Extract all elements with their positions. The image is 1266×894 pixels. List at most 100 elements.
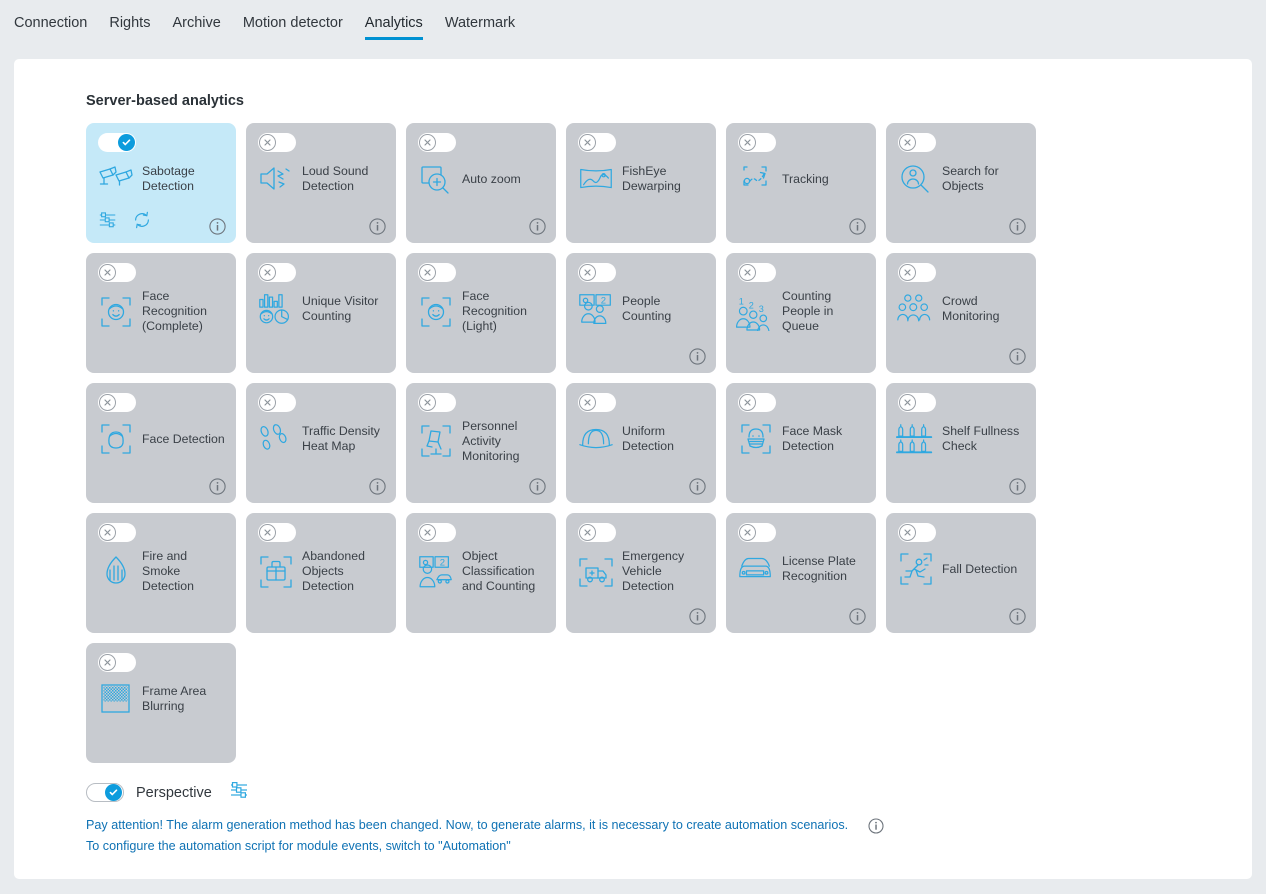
toggle-knob-cross-icon <box>579 264 596 281</box>
toggle-face-detection[interactable] <box>98 393 136 412</box>
toggle-sabotage-detection[interactable] <box>98 133 136 152</box>
info-icon[interactable] <box>689 478 706 495</box>
perspective-toggle[interactable] <box>86 783 124 802</box>
toggle-knob-cross-icon <box>419 134 436 151</box>
loud-sound-icon <box>256 159 296 199</box>
tab-watermark[interactable]: Watermark <box>445 14 515 40</box>
analytics-card-auto-zoom[interactable]: Auto zoom <box>406 123 556 243</box>
tab-analytics[interactable]: Analytics <box>364 14 423 40</box>
toggle-knob-cross-icon <box>899 264 916 281</box>
info-icon[interactable] <box>1009 478 1026 495</box>
tab-rights[interactable]: Rights <box>109 14 150 40</box>
info-icon[interactable] <box>529 478 546 495</box>
toggle-crowd-monitoring[interactable] <box>898 263 936 282</box>
settings-sliders-icon[interactable] <box>98 210 118 235</box>
card-label: Face Recognition (Complete) <box>142 289 207 333</box>
toggle-search-for-objects[interactable] <box>898 133 936 152</box>
toggle-shelf-fullness-check[interactable] <box>898 393 936 412</box>
toggle-knob-cross-icon <box>419 264 436 281</box>
toggle-unique-visitor-counting[interactable] <box>258 263 296 282</box>
card-body: FishEye Dewarping <box>576 159 708 199</box>
toggle-emergency-vehicle-detection[interactable] <box>578 523 616 542</box>
toggle-traffic-density-heat-map[interactable] <box>258 393 296 412</box>
sabotage-detection-icon <box>96 159 136 199</box>
traffic-density-heatmap-icon <box>256 419 296 459</box>
toggle-object-classification-and-counting[interactable] <box>418 523 456 542</box>
face-recognition-light-icon <box>416 292 456 332</box>
analytics-card-fall-detection[interactable]: Fall Detection <box>886 513 1036 633</box>
info-icon[interactable] <box>369 218 386 235</box>
analytics-card-uniform-detection[interactable]: Uniform Detection <box>566 383 716 503</box>
card-body: Face Recognition (Light) <box>416 289 548 334</box>
tab-connection[interactable]: Connection <box>14 14 87 40</box>
info-icon[interactable] <box>1009 608 1026 625</box>
analytics-card-people-counting[interactable]: 2 People Counting <box>566 253 716 373</box>
toggle-uniform-detection[interactable] <box>578 393 616 412</box>
toggle-loud-sound-detection[interactable] <box>258 133 296 152</box>
toggle-fire-and-smoke-detection[interactable] <box>98 523 136 542</box>
analytics-card-search-for-objects[interactable]: Search for Objects <box>886 123 1036 243</box>
toggle-face-recognition-complete[interactable] <box>98 263 136 282</box>
analytics-card-loud-sound-detection[interactable]: Loud Sound Detection <box>246 123 396 243</box>
toggle-auto-zoom[interactable] <box>418 133 456 152</box>
toggle-abandoned-objects-detection[interactable] <box>258 523 296 542</box>
svg-text:2: 2 <box>749 300 754 310</box>
toggle-license-plate-recognition[interactable] <box>738 523 776 542</box>
toggle-knob-cross-icon <box>99 264 116 281</box>
toggle-knob-check-icon <box>105 784 122 801</box>
card-body: Search for Objects <box>896 159 1028 199</box>
emergency-vehicle-icon <box>576 552 616 592</box>
info-icon[interactable] <box>209 478 226 495</box>
tab-motion-detector[interactable]: Motion detector <box>243 14 343 40</box>
info-icon[interactable] <box>689 608 706 625</box>
toggle-fisheye-dewarping[interactable] <box>578 133 616 152</box>
toggle-frame-area-blurring[interactable] <box>98 653 136 672</box>
toggle-counting-people-in-queue[interactable] <box>738 263 776 282</box>
toggle-fall-detection[interactable] <box>898 523 936 542</box>
toggle-tracking[interactable] <box>738 133 776 152</box>
info-icon[interactable] <box>1009 348 1026 365</box>
info-icon[interactable] <box>868 817 884 834</box>
info-icon[interactable] <box>849 218 866 235</box>
notes-block: Pay attention! The alarm generation meth… <box>86 815 884 857</box>
analytics-card-tracking[interactable]: Tracking <box>726 123 876 243</box>
analytics-card-object-classification-and-counting[interactable]: 2 Object Classification and Counting <box>406 513 556 633</box>
analytics-card-sabotage-detection[interactable]: Sabotage Detection <box>86 123 236 243</box>
analytics-card-crowd-monitoring[interactable]: Crowd Monitoring <box>886 253 1036 373</box>
info-icon[interactable] <box>369 478 386 495</box>
auto-zoom-icon <box>416 159 456 199</box>
tab-bar: Connection Rights Archive Motion detector An… <box>0 0 1266 50</box>
analytics-card-fire-and-smoke-detection[interactable]: Fire and Smoke Detection <box>86 513 236 633</box>
analytics-card-shelf-fullness-check[interactable]: Shelf Fullness Check <box>886 383 1036 503</box>
info-icon[interactable] <box>849 608 866 625</box>
analytics-card-counting-people-in-queue[interactable]: 123 Counting People in Queue <box>726 253 876 373</box>
info-icon[interactable] <box>1009 218 1026 235</box>
tab-archive[interactable]: Archive <box>172 14 220 40</box>
toggle-knob-cross-icon <box>899 394 916 411</box>
settings-sliders-icon[interactable] <box>228 779 250 806</box>
analytics-card-personnel-activity-monitoring[interactable]: Personnel Activity Monitoring <box>406 383 556 503</box>
analytics-card-fisheye-dewarping[interactable]: FishEye Dewarping <box>566 123 716 243</box>
analytics-card-abandoned-objects-detection[interactable]: Abandoned Objects Detection <box>246 513 396 633</box>
analytics-card-face-detection[interactable]: Face Detection <box>86 383 236 503</box>
analytics-card-face-mask-detection[interactable]: Face Mask Detection <box>726 383 876 503</box>
analytics-card-license-plate-recognition[interactable]: License Plate Recognition <box>726 513 876 633</box>
analytics-card-frame-area-blurring[interactable]: Frame Area Blurring <box>86 643 236 763</box>
toggle-people-counting[interactable] <box>578 263 616 282</box>
analytics-card-face-recognition-complete[interactable]: Face Recognition (Complete) <box>86 253 236 373</box>
analytics-card-unique-visitor-counting[interactable]: Unique Visitor Counting <box>246 253 396 373</box>
info-icon[interactable] <box>689 348 706 365</box>
svg-text:2: 2 <box>601 295 606 306</box>
toggle-face-mask-detection[interactable] <box>738 393 776 412</box>
refresh-icon[interactable] <box>132 210 152 235</box>
analytics-card-emergency-vehicle-detection[interactable]: Emergency Vehicle Detection <box>566 513 716 633</box>
toggle-personnel-activity-monitoring[interactable] <box>418 393 456 412</box>
toggle-face-recognition-light[interactable] <box>418 263 456 282</box>
svg-text:3: 3 <box>759 304 764 314</box>
analytics-card-face-recognition-light[interactable]: Face Recognition (Light) <box>406 253 556 373</box>
info-icon[interactable] <box>209 218 226 235</box>
counting-people-queue-icon: 123 <box>736 292 776 332</box>
card-label: Search for Objects <box>942 164 999 193</box>
analytics-card-traffic-density-heat-map[interactable]: Traffic Density Heat Map <box>246 383 396 503</box>
info-icon[interactable] <box>529 218 546 235</box>
